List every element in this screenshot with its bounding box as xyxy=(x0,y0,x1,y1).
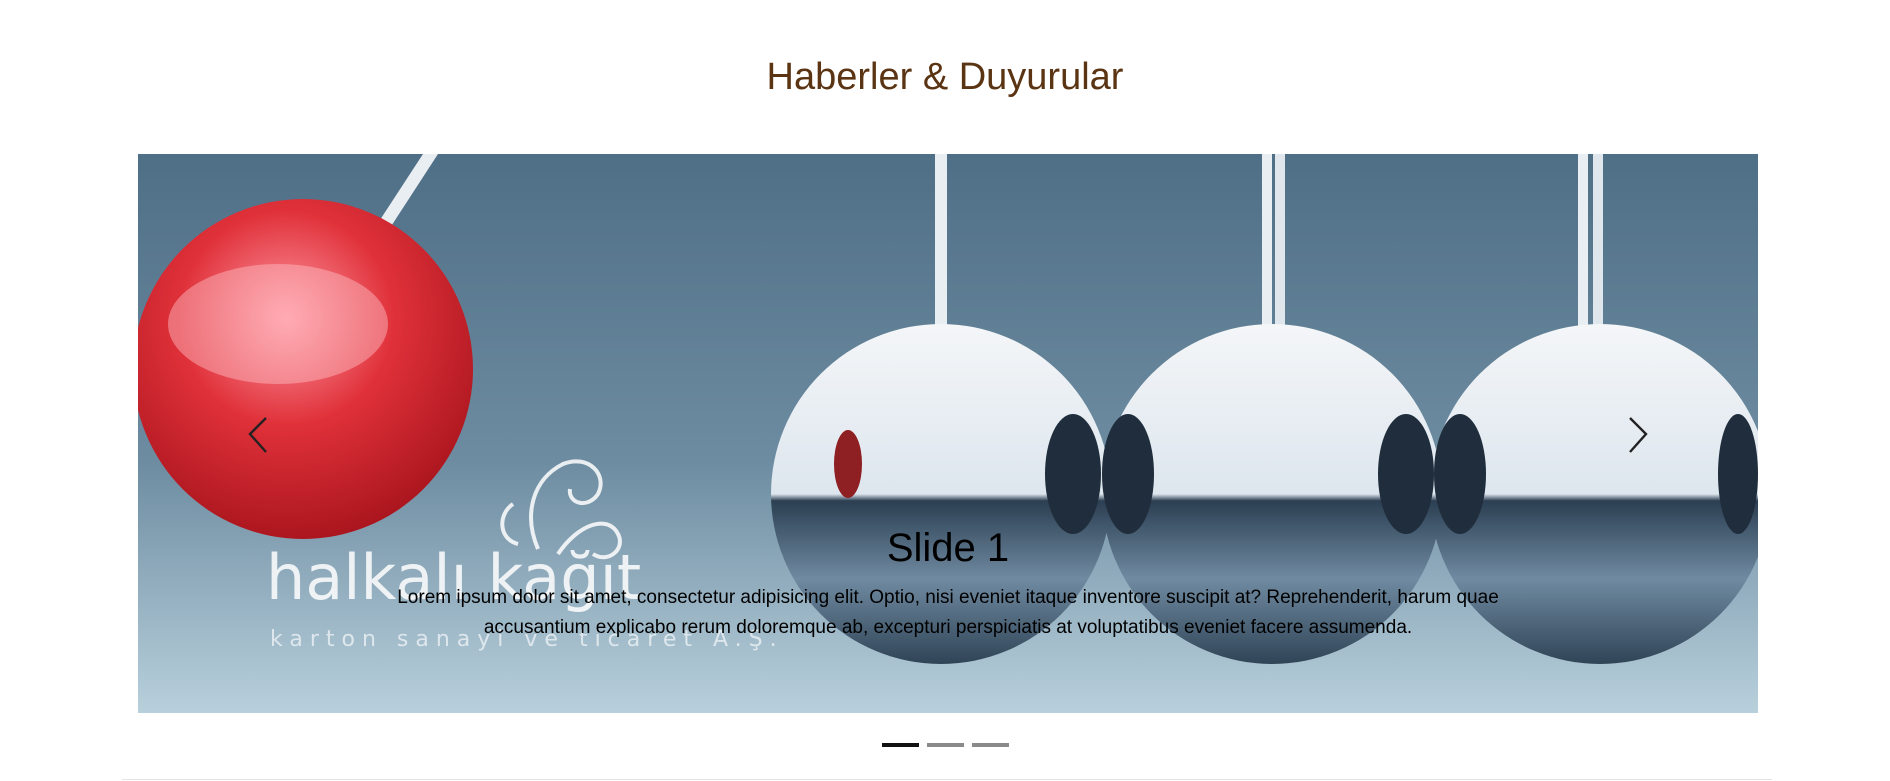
section-title: Haberler & Duyurular xyxy=(766,56,1124,98)
slide-caption: Slide 1 Lorem ipsum dolor sit amet, cons… xyxy=(138,526,1758,643)
carousel-indicators xyxy=(0,743,1890,747)
carousel-indicator-2[interactable] xyxy=(926,743,964,747)
carousel-next-button[interactable] xyxy=(1608,402,1668,466)
chevron-left-icon xyxy=(248,417,267,453)
section-divider xyxy=(122,779,1772,780)
carousel-indicator-1[interactable] xyxy=(881,743,919,747)
carousel-prev-button[interactable] xyxy=(228,402,288,466)
slide-title: Slide 1 xyxy=(886,526,1010,570)
news-section: Haberler & Duyurular halkalı kağıt karto… xyxy=(0,0,1890,781)
chevron-right-icon xyxy=(1629,417,1648,453)
carousel-indicator-3[interactable] xyxy=(971,743,1009,747)
slide-description: Lorem ipsum dolor sit amet, consectetur … xyxy=(397,587,1499,638)
news-carousel: halkalı kağıt karton sanayi ve ticaret A… xyxy=(138,154,1758,713)
